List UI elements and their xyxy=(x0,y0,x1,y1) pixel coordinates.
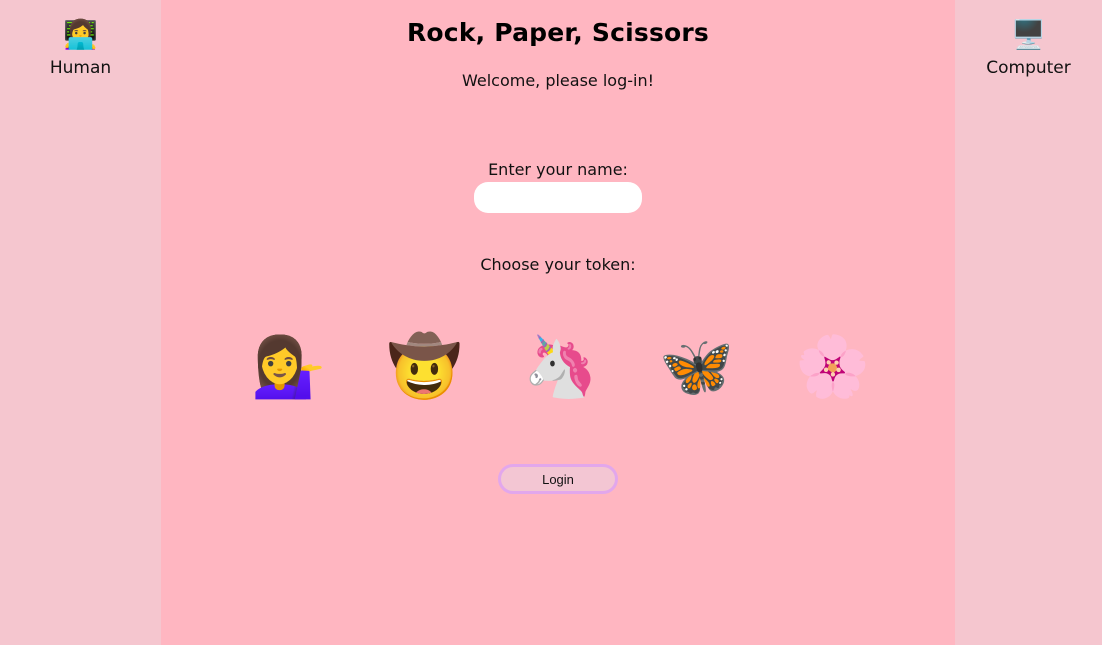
butterfly-icon[interactable]: 🦋 xyxy=(659,332,734,402)
game-title: Rock, Paper, Scissors xyxy=(406,18,710,47)
human-player-name: Human xyxy=(49,58,112,78)
human-avatar-icon: 👩‍💻 xyxy=(63,18,98,51)
person-tipping-hand-icon[interactable]: 💁‍♀️ xyxy=(251,332,326,402)
token-options: 💁‍♀️ 🤠 🦄 🦋 🌸 xyxy=(251,332,870,402)
computer-avatar-icon: 🖥️ xyxy=(1011,18,1046,51)
welcome-message: Welcome, please log-in! xyxy=(461,71,655,90)
computer-player-panel: 🖥️ Computer xyxy=(955,0,1102,645)
login-panel: Rock, Paper, Scissors Welcome, please lo… xyxy=(161,0,955,645)
name-label: Enter your name: xyxy=(488,160,628,179)
human-player-panel: 👩‍💻 Human xyxy=(0,0,161,645)
token-label: Choose your token: xyxy=(480,255,636,274)
unicorn-icon[interactable]: 🦄 xyxy=(523,332,598,402)
computer-player-name: Computer xyxy=(986,58,1071,78)
login-button[interactable]: Login xyxy=(498,464,618,494)
name-input[interactable] xyxy=(474,182,642,213)
cowboy-face-icon[interactable]: 🤠 xyxy=(387,332,462,402)
app-layout: 👩‍💻 Human Rock, Paper, Scissors Welcome,… xyxy=(0,0,1102,645)
cherry-blossom-icon[interactable]: 🌸 xyxy=(795,332,870,402)
